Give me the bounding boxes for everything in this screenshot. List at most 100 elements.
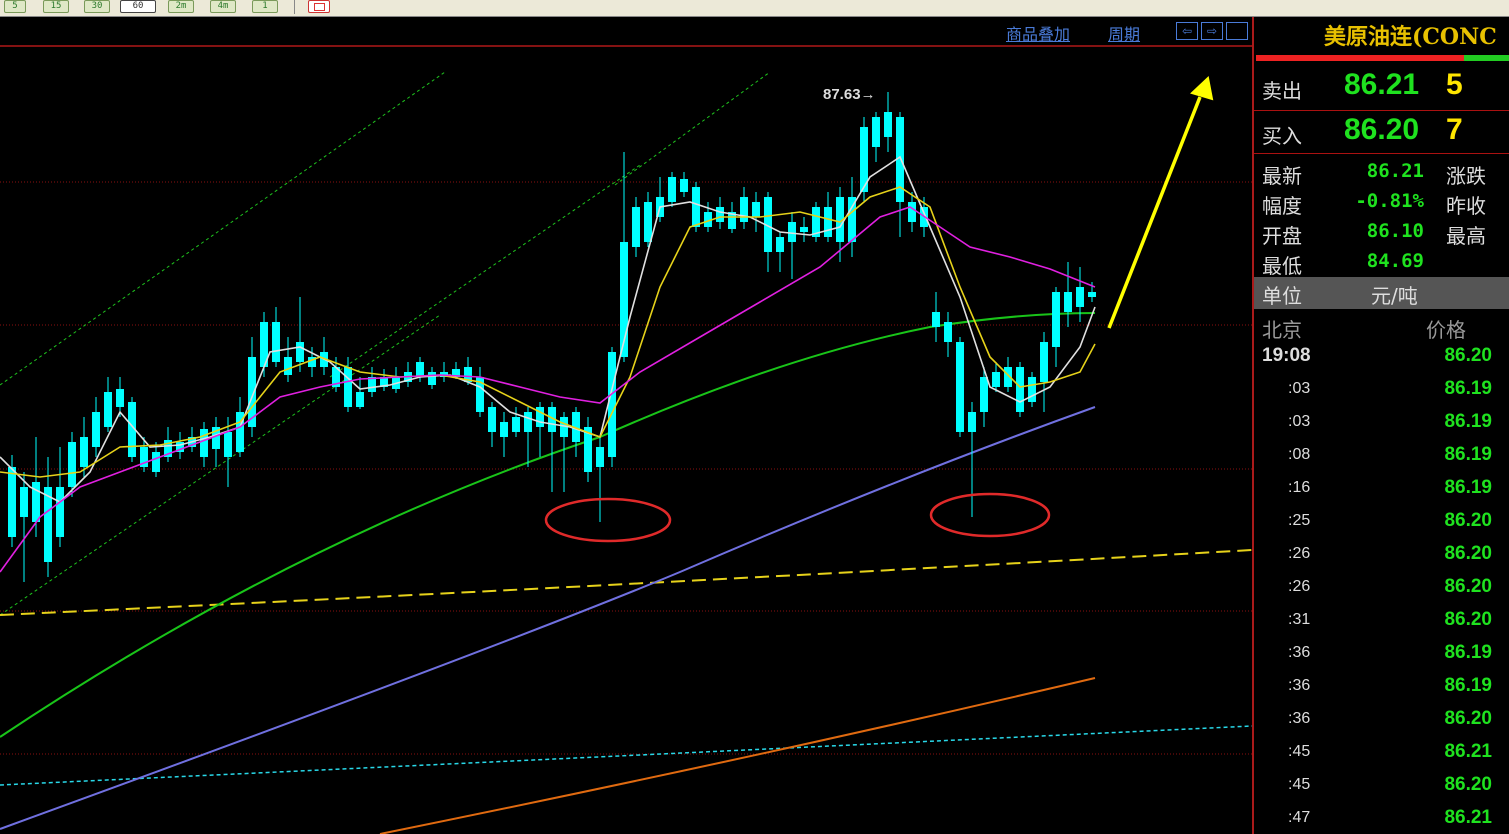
high-label: 最高 [1446,224,1486,248]
tick-price: 86.20 [1444,609,1492,630]
candle-body [92,412,100,447]
tick-time: :45 [1288,743,1311,760]
candle-body [980,377,988,412]
candle-body [8,467,16,537]
candle-body [608,352,616,457]
amplitude-label: 幅度 [1262,194,1302,218]
candle-body [56,487,64,537]
candle-body [524,412,532,432]
kline-chart-panel[interactable]: 87.63→ 商品叠加 周期 ⇦ ⇨ [0,17,1252,834]
cyan-dashed-line [0,725,1252,786]
tick-time: :26 [1288,578,1311,595]
tick-price: 86.19 [1444,477,1492,498]
candle-body [992,372,1000,387]
tick-time: :25 [1288,512,1311,529]
tick-price: 86.20 [1444,774,1492,795]
candle-body [692,187,700,227]
draw-tool-icon[interactable] [308,0,330,13]
candle-body [152,452,160,472]
candle-body [272,322,280,362]
tick-time: :36 [1288,710,1311,727]
tick-price: 86.20 [1444,576,1492,597]
window-layout-icons[interactable]: ⇦ ⇨ [1176,22,1250,40]
candle-body [344,367,352,407]
candle-body [740,197,748,222]
candle-body [428,372,436,385]
prev-close-label: 昨收 [1446,194,1486,218]
candle-body [1052,292,1060,347]
period-button-4m[interactable]: 4m [210,0,236,13]
period-button-2m[interactable]: 2m [168,0,194,13]
candle-body [752,202,760,217]
tick-price: 86.20 [1444,543,1492,564]
next-window-icon[interactable]: ⇨ [1201,22,1223,40]
candle-body [116,389,124,407]
sell-pressure-bar [1256,55,1464,61]
period-menu-link[interactable]: 周期 [1108,21,1140,45]
tick-time: :36 [1288,644,1311,661]
candle-body [632,207,640,247]
candle-body [1088,292,1096,297]
tick-price: 86.21 [1444,741,1492,762]
tick-price: 86.19 [1444,378,1492,399]
tick-price: 86.21 [1444,807,1492,828]
sell-price: 86.21 [1344,68,1420,101]
candle-body [824,207,832,237]
candle-body [416,362,424,377]
quote-panel: 美原油连(CONC 卖出 86.21 5 买入 86.20 7 最新 86.21… [1252,17,1509,834]
split-window-icon[interactable] [1226,22,1248,40]
period-button-30[interactable]: 30 [84,0,110,13]
candle-body [668,177,676,202]
sell-volume: 5 [1446,68,1463,101]
low-value: 84.69 [1366,250,1424,272]
tick-time: :45 [1288,776,1311,793]
candle-body [1040,342,1048,382]
kline-chart-svg[interactable]: 87.63→ [0,17,1252,834]
prev-window-icon[interactable]: ⇦ [1176,22,1198,40]
candle-body [80,437,88,467]
tick-price: 86.20 [1444,345,1492,366]
candle-body [596,447,604,467]
candle-body [1064,292,1072,312]
period-button-5[interactable]: 5 [4,0,26,13]
candle-body [884,112,892,137]
latest-value: 86.21 [1366,160,1424,182]
open-label: 开盘 [1262,224,1302,248]
period-button-1[interactable]: 1 [252,0,278,13]
candle-body [968,412,976,432]
change-label: 涨跌 [1446,164,1486,188]
ma-orange-line [379,677,1096,834]
period-button-60[interactable]: 60 [120,0,156,13]
tick-price: 86.19 [1444,411,1492,432]
buy-volume: 7 [1446,113,1463,146]
candle-body [500,422,508,437]
candle-body [716,207,724,222]
candle-body [932,312,940,327]
candle-body [872,117,880,147]
candle-body [20,487,28,517]
low-marker-ellipse-1 [544,497,672,543]
tick-time: 19:08 [1262,345,1311,366]
ma120-line [0,406,1096,830]
candle-body [356,392,364,407]
channel-upper-left [0,71,446,386]
period-button-15[interactable]: 15 [43,0,69,13]
overlay-menu-link[interactable]: 商品叠加 [1006,21,1070,45]
candle-body [296,342,304,362]
candle-body [104,392,112,427]
tick-time: :08 [1288,446,1311,463]
tick-time: :16 [1288,479,1311,496]
latest-label: 最新 [1262,164,1302,188]
tick-time: :47 [1288,809,1311,826]
instrument-title: 美原油连(CONC [1324,24,1497,50]
candle-body [908,202,916,222]
candle-body [800,227,808,232]
city-label: 北京 [1262,318,1302,342]
low-marker-ellipse-2 [929,492,1051,538]
amplitude-value: -0.81% [1355,190,1424,212]
high-price-label: 87.63→ [823,86,876,103]
toolbar: 5 15 30 60 2m 4m 1 [0,0,1509,17]
buy-price: 86.20 [1344,113,1420,146]
channel-lower-left [0,314,441,616]
unit-label: 单位 [1262,284,1302,308]
